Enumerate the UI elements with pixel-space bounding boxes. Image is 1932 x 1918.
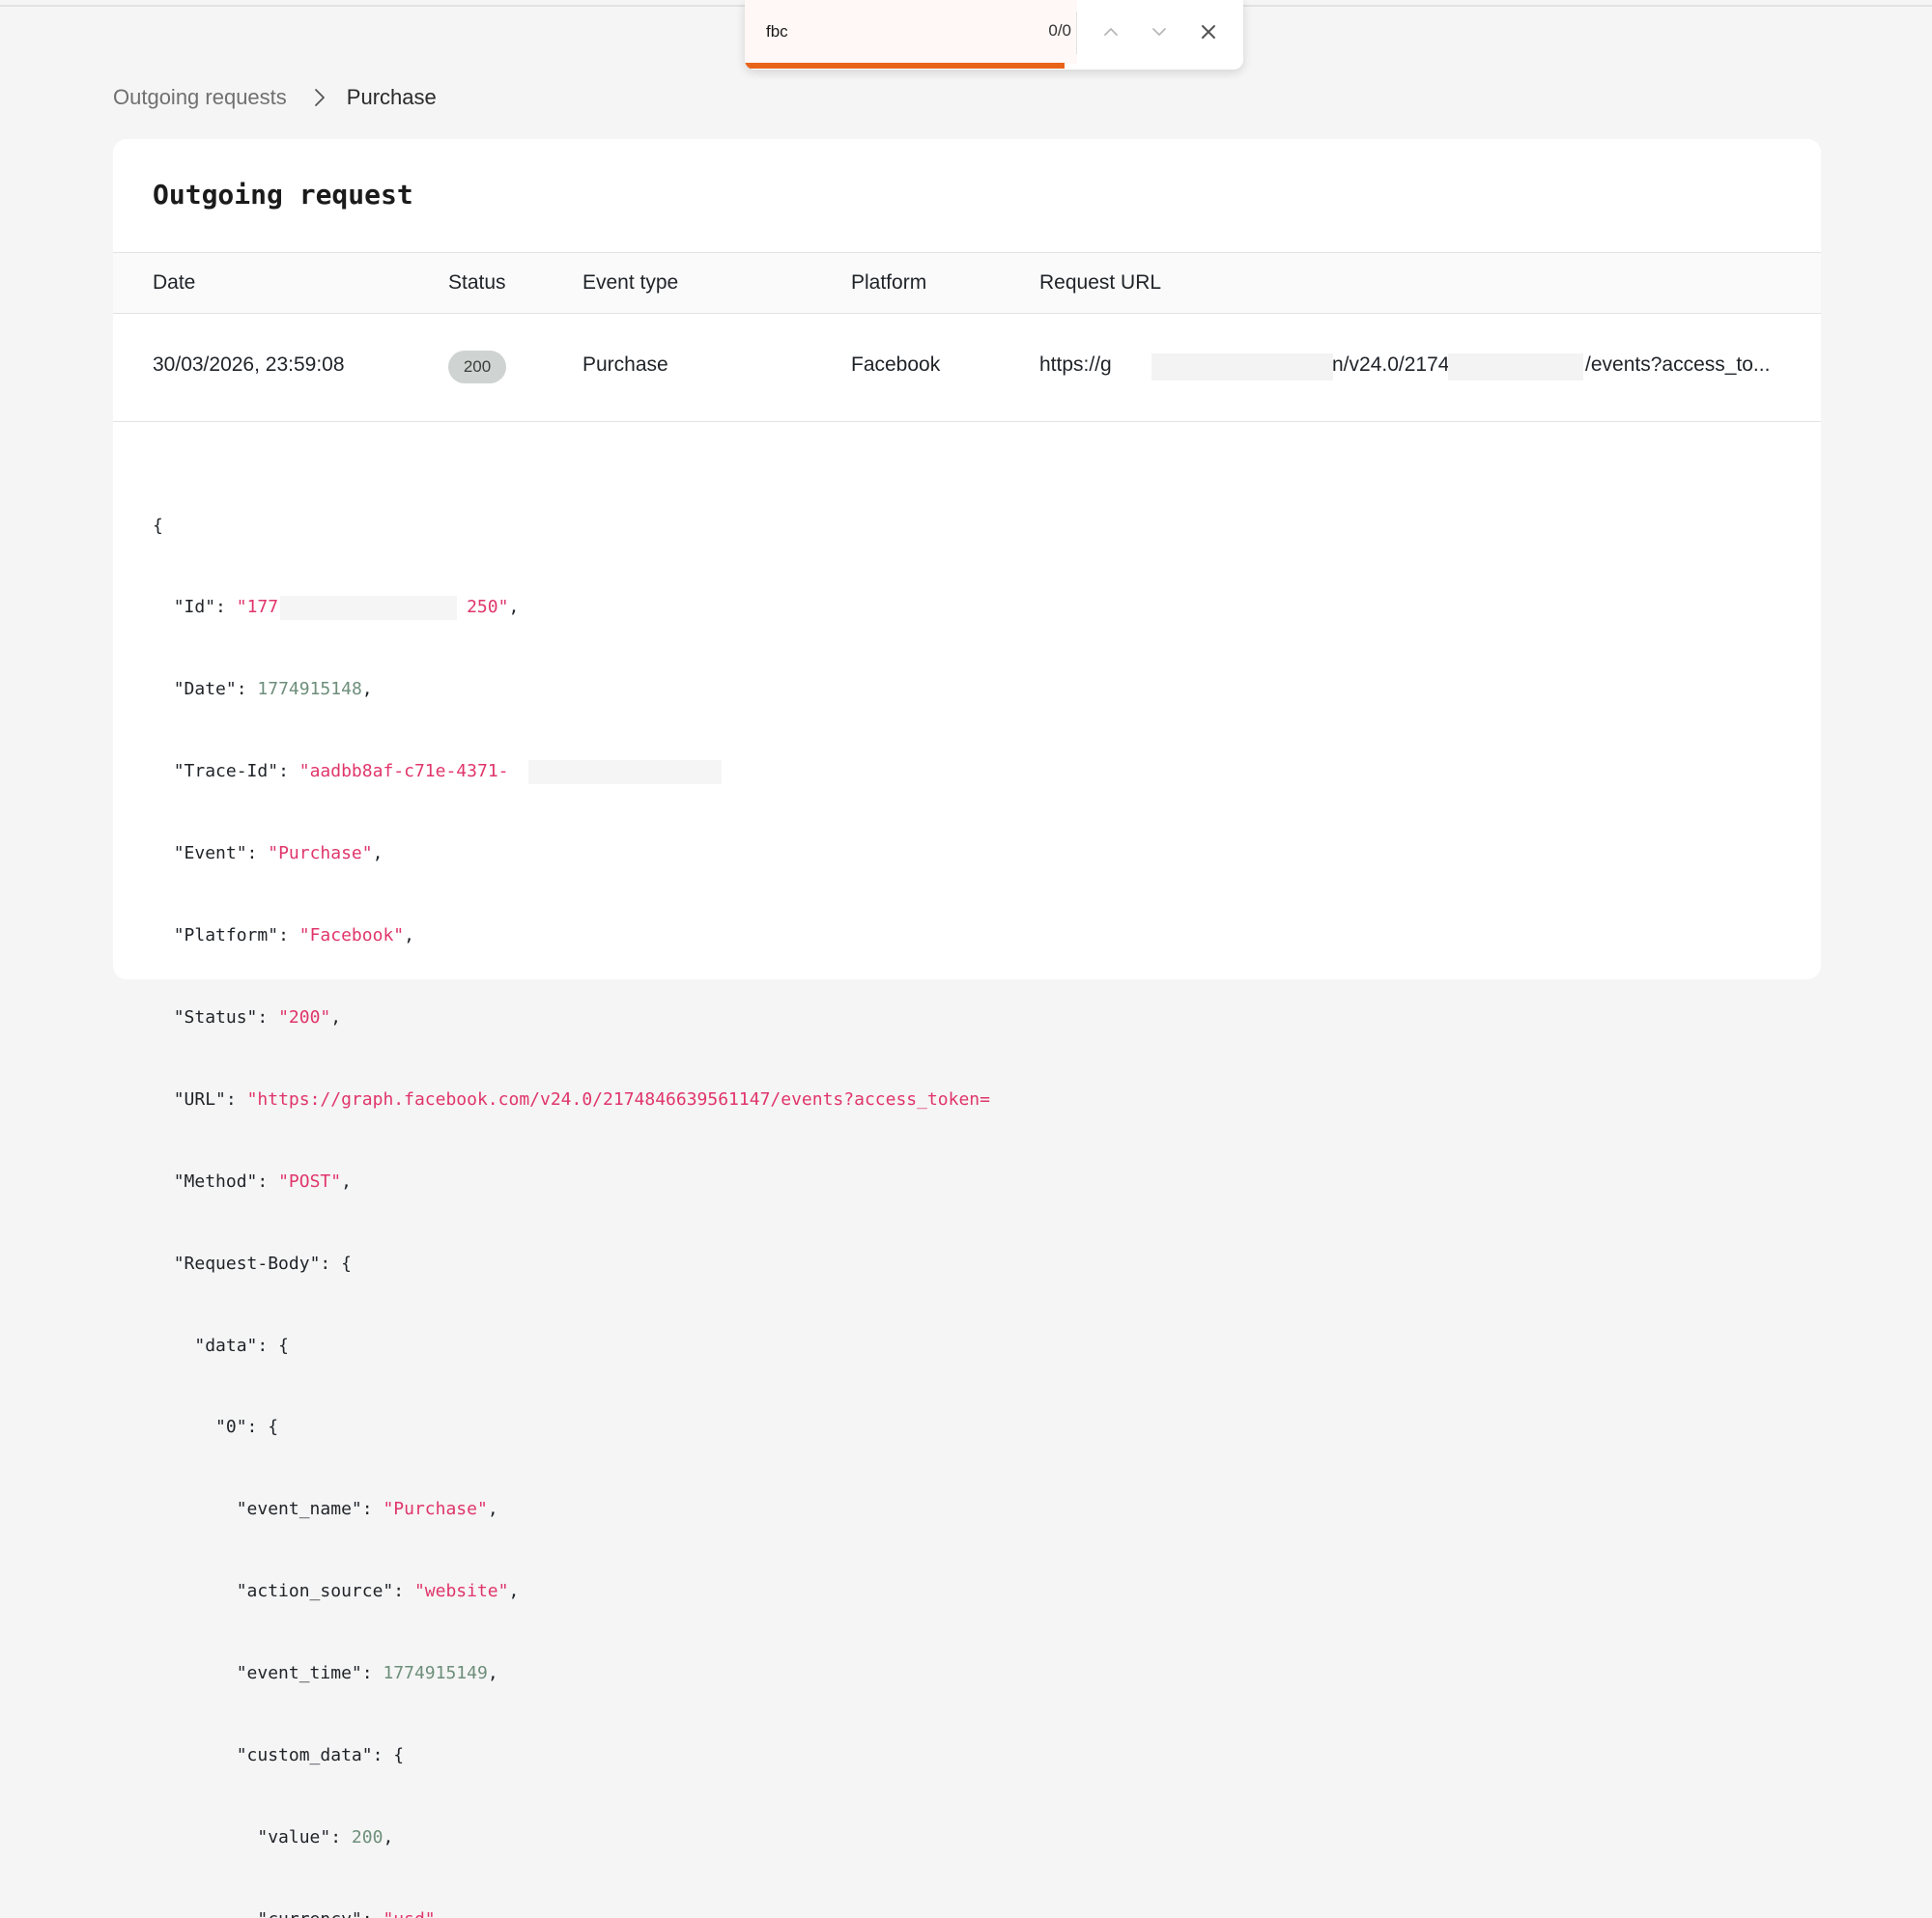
json-key: "Id" — [173, 597, 216, 618]
column-header-platform: Platform — [851, 271, 927, 294]
chevron-right-icon — [314, 88, 326, 107]
column-header-event-type: Event type — [582, 271, 679, 294]
find-match-count: 0/0 — [1048, 21, 1071, 40]
find-next-button[interactable] — [1143, 17, 1176, 46]
json-key: "Platform" — [173, 925, 279, 946]
breadcrumb: Outgoing requests Purchase — [113, 83, 437, 112]
json-line: "Trace-Id": "aadbb8af-c71e-4371-', — [153, 758, 1776, 785]
json-string: "Facebook" — [298, 925, 405, 946]
json-key: "event_name" — [236, 1499, 362, 1520]
json-string: "POST" — [278, 1171, 342, 1192]
json-key: "Status" — [173, 1006, 258, 1028]
breadcrumb-current: Purchase — [346, 85, 437, 109]
chevron-up-icon — [1104, 28, 1118, 36]
json-line: "0": { — [215, 1417, 279, 1438]
request-card: Outgoing request Date Status Event type … — [113, 139, 1821, 1918]
json-string: "https://graph.facebook.com/v24.0/217484… — [246, 1088, 990, 1110]
json-key: "Trace-Id" — [173, 761, 279, 782]
redacted-block — [1151, 353, 1333, 381]
redacted-block — [528, 760, 722, 785]
json-line: "URL": "https://graph.facebook.com/v24.0… — [153, 1086, 1776, 1114]
json-key: "action_source" — [236, 1581, 394, 1602]
row-request-url: https://g n/v24.0/21748 /events?access_t… — [1039, 353, 1783, 382]
json-number: 1774915148 — [257, 679, 362, 700]
json-key: "data" — [194, 1335, 258, 1356]
json-string: "website" — [413, 1581, 509, 1602]
redacted-block — [1033, 1087, 1208, 1113]
json-line: "currency": "usd" — [153, 1906, 1776, 1918]
find-divider — [1076, 12, 1077, 54]
json-line: "Status": "200", — [173, 1006, 342, 1028]
json-number: 200 — [351, 1826, 384, 1847]
json-key: "Event" — [173, 843, 247, 864]
column-header-status: Status — [448, 271, 506, 294]
json-viewer: { "Id": "177 250", "Date": 1774915148, "T… — [153, 458, 1776, 1918]
json-line: { — [153, 513, 1776, 540]
table-row[interactable]: 30/03/2026, 23:59:08 200 Purchase Facebo… — [113, 314, 1821, 422]
find-progress-underline — [745, 63, 1065, 69]
row-event-type: Purchase — [582, 353, 668, 376]
json-line: "Event": "Purchase", — [173, 843, 384, 864]
json-key: "custom_data" — [236, 1744, 373, 1765]
json-key: "URL" — [173, 1088, 226, 1110]
json-line: "custom_data": { — [236, 1744, 405, 1765]
json-line: "Platform": "Facebook", — [173, 925, 414, 946]
json-line: "value": 200, — [257, 1826, 394, 1847]
json-string: "aadbb8af-c71e-4371- — [298, 761, 509, 782]
json-string: "Purchase" — [383, 1499, 488, 1520]
find-bar: 0/0 — [745, 0, 1243, 70]
column-header-request-url: Request URL — [1039, 271, 1162, 294]
json-string: "Purchase" — [268, 843, 373, 864]
json-key: "event_time" — [236, 1663, 362, 1684]
chevron-down-icon — [1152, 28, 1166, 36]
json-key: "Request-Body" — [173, 1253, 321, 1274]
json-line: "Date": 1774915148, — [173, 679, 373, 700]
page-title: Outgoing request — [153, 179, 413, 211]
json-key: "Method" — [173, 1171, 258, 1192]
json-number: 1774915149 — [383, 1663, 488, 1684]
json-line: "event_time": 1774915149, — [236, 1663, 498, 1684]
json-brace: { — [153, 515, 163, 536]
find-close-button[interactable] — [1192, 17, 1225, 46]
find-input[interactable] — [766, 19, 988, 44]
json-string: "177 — [236, 597, 279, 618]
row-date: 30/03/2026, 23:59:08 — [153, 353, 345, 376]
url-part: https://g — [1039, 353, 1112, 376]
redacted-block — [280, 596, 457, 621]
find-field[interactable]: 0/0 — [745, 0, 1077, 64]
url-part: /events?access_to... — [1585, 353, 1771, 376]
json-line: "Method": "POST", — [173, 1171, 352, 1192]
json-line: "action_source": "website", — [236, 1581, 520, 1602]
redacted-block — [1448, 353, 1583, 381]
json-line: "event_name": "Purchase", — [236, 1499, 498, 1520]
json-line: "Request-Body": { — [173, 1253, 352, 1274]
close-icon — [1202, 25, 1215, 39]
column-header-date: Date — [153, 271, 196, 294]
status-badge: 200 — [448, 351, 506, 383]
url-part: n/v24.0/21748 — [1332, 353, 1462, 376]
json-key: "0" — [215, 1417, 247, 1438]
json-string: "usd" — [383, 1909, 435, 1918]
table-header: Date Status Event type Platform Request … — [113, 252, 1821, 314]
json-key: "Date" — [173, 679, 237, 700]
json-key: "currency" — [257, 1909, 361, 1918]
row-platform: Facebook — [851, 353, 941, 376]
json-key: "value" — [257, 1826, 331, 1847]
json-string: "200" — [278, 1006, 331, 1028]
find-previous-button[interactable] — [1094, 17, 1127, 46]
json-string: 250" — [467, 597, 509, 618]
json-line: "Id": "177 250", — [153, 594, 1776, 621]
json-line: "data": { — [194, 1335, 289, 1356]
breadcrumb-outgoing-requests[interactable]: Outgoing requests — [113, 85, 287, 110]
